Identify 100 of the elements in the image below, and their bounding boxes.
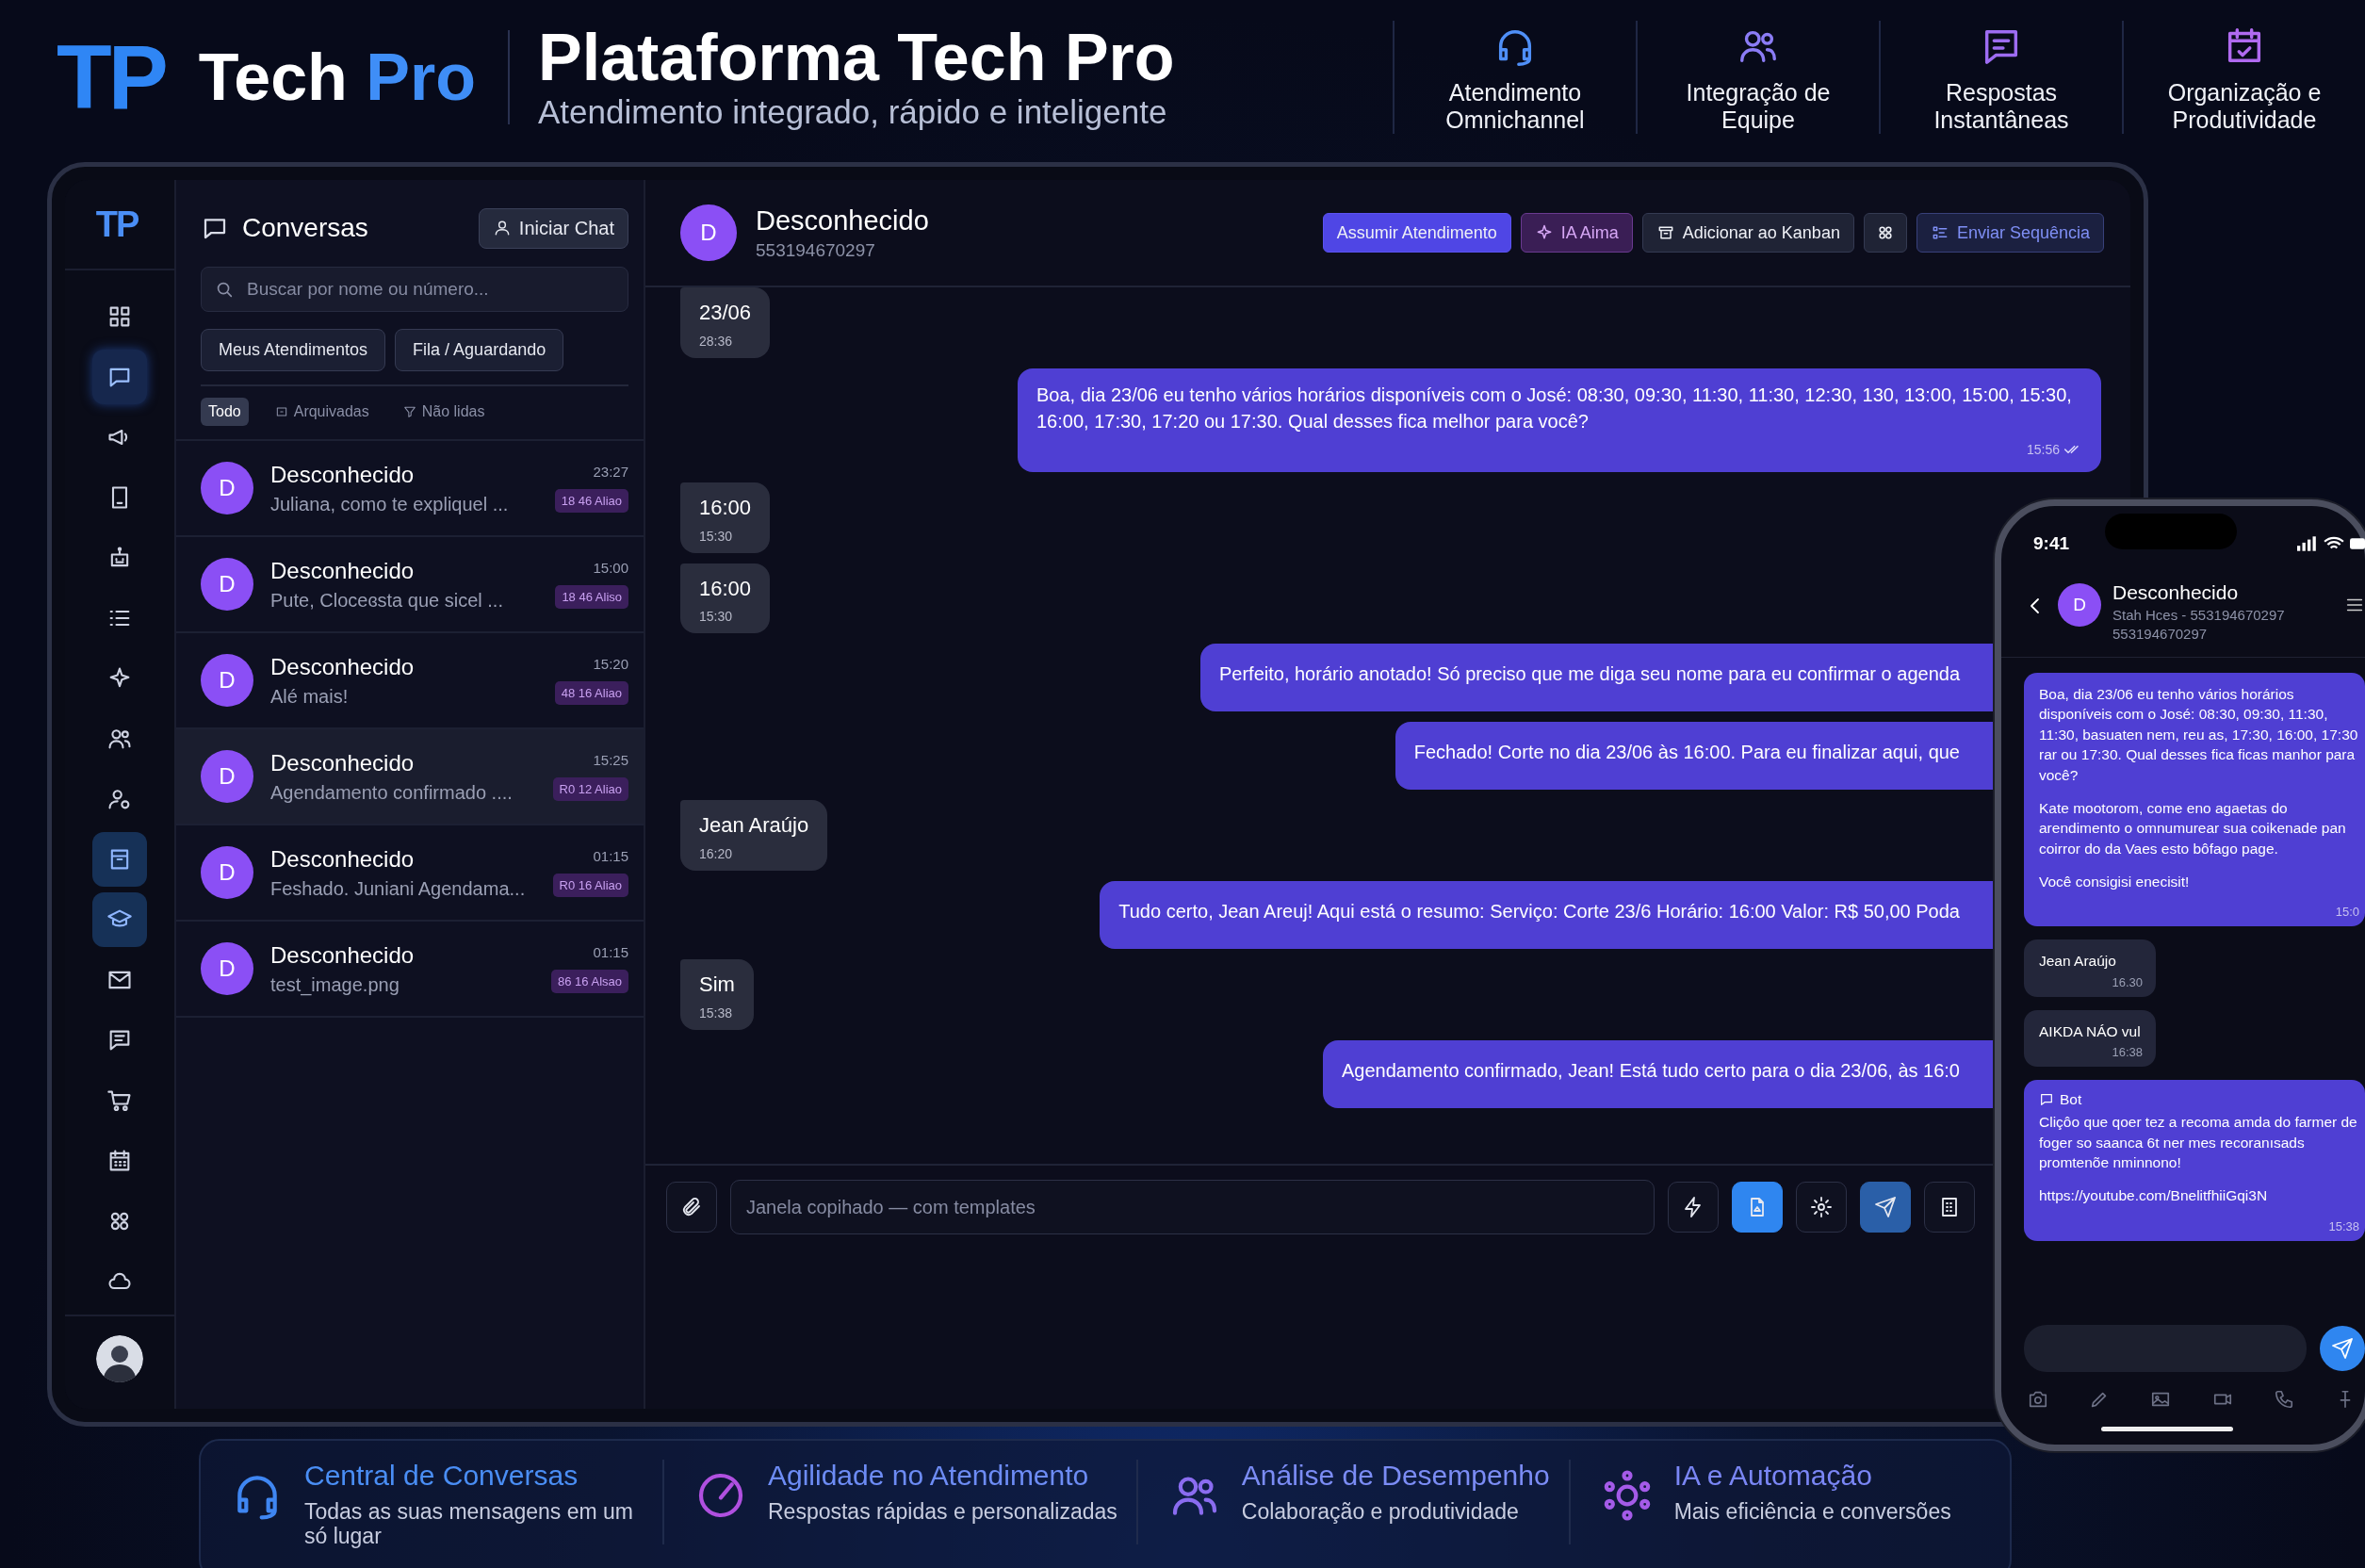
message-time: 15:30 bbox=[699, 609, 733, 625]
queue-button[interactable]: Meus Atendimentos bbox=[201, 329, 386, 371]
highlight-text: Colaboração e produtividade bbox=[1241, 1499, 1520, 1525]
conversation-tag: 86 16 Alsao bbox=[551, 970, 628, 993]
message-preview: Juliana, como te expliquel ... bbox=[270, 493, 510, 515]
conversation-tag: 18 46 Aliso bbox=[555, 585, 628, 609]
panel-title: Conversas bbox=[242, 213, 368, 243]
chat-icon bbox=[2039, 1092, 2054, 1108]
conversation-item[interactable]: D Desconhecido Agendamento confirmado .... 15:25 R0 12 Aliao bbox=[176, 727, 644, 824]
page-subtitle: Atendimento integrado, rápido e inteligente bbox=[538, 92, 1168, 131]
contact-avatar: D bbox=[2058, 583, 2101, 627]
contact-phone: 553194670297 bbox=[756, 239, 876, 261]
message-time: 28:36 bbox=[699, 333, 733, 349]
wifi-icon bbox=[2324, 536, 2344, 551]
battery-icon bbox=[2350, 536, 2365, 551]
conversation-item[interactable]: D Desconhecido Juliana, como te expliquel ... 23:27 18 46 Aliao bbox=[176, 439, 644, 535]
message-time: 15:56 bbox=[2026, 441, 2060, 457]
filter-tab[interactable]: Arquivadas bbox=[267, 398, 377, 426]
sequence-button[interactable]: Enviar Sequência bbox=[1916, 213, 2104, 253]
logo: TP bbox=[57, 32, 167, 122]
message-text: Jean Araújo bbox=[699, 812, 809, 840]
queue-button[interactable]: Fila / Aguardando bbox=[395, 329, 564, 371]
message-text: https://youtube.com/BnelitfhiiGqi3N bbox=[2039, 1186, 2269, 1206]
sender-label: Bot bbox=[2060, 1091, 2082, 1109]
feature-label: Integração de bbox=[1686, 79, 1831, 106]
template-button[interactable] bbox=[1732, 1182, 1783, 1233]
filter-tab[interactable]: Todo bbox=[201, 398, 249, 426]
attach-button[interactable] bbox=[666, 1182, 717, 1233]
highlight-title: Agilidade no Atendimento bbox=[768, 1460, 1090, 1492]
message-text: Jean Araújo bbox=[2039, 952, 2117, 972]
message-time: 15:38 bbox=[2328, 1218, 2359, 1233]
message-preview: test_image.png bbox=[270, 973, 400, 996]
grid-button[interactable] bbox=[1863, 213, 1907, 253]
kanban-button[interactable]: Adicionar ao Kanban bbox=[1641, 213, 1854, 253]
status-time: 9:41 bbox=[2033, 533, 2070, 554]
more-button[interactable] bbox=[1924, 1182, 1975, 1233]
contact-name: Desconhecido bbox=[270, 749, 416, 776]
start-chat-button[interactable]: Iniciar Chat bbox=[478, 207, 628, 249]
message-time: 15:38 bbox=[699, 1005, 733, 1021]
message-text: Fechado! Corte no dia 23/06 às 16:00. Para eu finalizar aqui, que bbox=[1413, 741, 1960, 765]
message-text: 16:00 bbox=[699, 494, 752, 521]
quick-reply-button[interactable] bbox=[1668, 1182, 1719, 1233]
contact-name: Desconhecido bbox=[270, 941, 416, 969]
message-text: AIKDA NÁO vul bbox=[2039, 1021, 2142, 1041]
avatar[interactable] bbox=[96, 1335, 143, 1382]
send-button[interactable] bbox=[1860, 1182, 1911, 1233]
contact-name: Desconhecido bbox=[270, 557, 416, 584]
feature-label: Organização e bbox=[2167, 79, 2322, 106]
send-icon bbox=[1874, 1196, 1897, 1218]
message-text: Boa, dia 23/06 eu tenho vários horários disponíveis com o José: 08:30, 09:30, 11:30, 11:30, basuaten nem, reu as, 17:30, 16:00, 17:30 rar ou 17:30. Qual desses fica ficas manhor para você? bbox=[2039, 685, 2359, 785]
logo: TP bbox=[95, 204, 139, 245]
message-preview: Pute, Cloceɞsta que sicel ... bbox=[270, 589, 504, 612]
conversation-time: 15:25 bbox=[593, 752, 628, 768]
contact-phone: 553194670297 bbox=[2112, 626, 2209, 642]
message-text: Boa, dia 23/06 eu tenho vários horários disponíveis com o José: 08:30, 09:30, 11:30, 11:30, 12:30, 130, 13:00, 15:00, 15:30, 16:00, 17:30, 17:20 ou 17:30. Qual desses fica melhor para você? bbox=[1036, 383, 2073, 433]
message-text: Cliçôo que qoer tez a recoma amda do farmer de foger so saanca 6t ner mes recoranısads promtenõe nminnono! bbox=[2039, 1113, 2358, 1172]
take-over-button[interactable]: Assumir Atendimento bbox=[1322, 213, 1511, 253]
brand-name: Tech Pro bbox=[198, 40, 476, 115]
sidebar-button[interactable] bbox=[92, 350, 147, 404]
feature-label: Equipe bbox=[1721, 106, 1795, 134]
contact-avatar: D bbox=[201, 942, 253, 995]
message-text: 23/06 bbox=[699, 300, 752, 326]
feature-label: Respostas bbox=[1945, 79, 2058, 106]
camera-icon bbox=[2028, 1389, 2048, 1410]
conversation-time: 15:20 bbox=[593, 656, 628, 672]
message-text: Tudo certo, Jean Areuj! Aqui está o resumo: Serviço: Corte 23/6 Horário: 16:00 Valor: R$ 50,00 Poda bbox=[1118, 900, 1960, 924]
ai-button[interactable]: IA Aima bbox=[1520, 213, 1633, 253]
conversation-time: 15:00 bbox=[593, 560, 628, 576]
signal-icon bbox=[2297, 536, 2318, 551]
conversation-item[interactable]: D Desconhecido Feshado. Juniani Agendama... 01:15 R0 16 Aliao bbox=[176, 824, 644, 920]
page-title: Plataforma Tech Pro bbox=[538, 24, 1175, 93]
sidebar-button[interactable] bbox=[92, 832, 147, 887]
settings-icon bbox=[1810, 1196, 1833, 1218]
filter-tab[interactable]: Não lidas bbox=[395, 398, 493, 426]
contact-avatar: D bbox=[201, 462, 253, 514]
feature-label: Atendimento bbox=[1448, 79, 1582, 106]
feature-label: Omnichannel bbox=[1445, 106, 1585, 134]
message-time: 15:30 bbox=[699, 528, 733, 544]
message-time: 16.30 bbox=[2112, 974, 2143, 989]
message-time: 15:0 bbox=[2335, 905, 2359, 920]
conversation-item[interactable]: D Desconhecido test_image.png 01:15 86 16 Alsao bbox=[176, 920, 644, 1016]
message-text: Você consigisi enecisit! bbox=[2039, 873, 2191, 891]
message-text: Perfeito, horário anotado! Só preciso que me diga seu nome para eu confirmar o agenda bbox=[1218, 662, 1960, 687]
sidebar-button[interactable] bbox=[92, 892, 147, 947]
feature-label: Produtividade bbox=[2172, 106, 2317, 134]
contact-avatar: D bbox=[201, 654, 253, 707]
send-button[interactable] bbox=[2320, 1326, 2365, 1371]
filter-icon bbox=[402, 405, 416, 418]
message-text: Agendamento confirmado, Jean! Está tudo certo para o dia 23/06, às 16:0 bbox=[1342, 1059, 1960, 1083]
conversation-time: 23:27 bbox=[593, 464, 628, 480]
contact-avatar: D bbox=[201, 750, 253, 803]
conversation-tag: R0 12 Aliao bbox=[552, 777, 628, 801]
contact-name: Desconhecido bbox=[270, 845, 416, 873]
settings-button[interactable] bbox=[1796, 1182, 1847, 1233]
highlight-title: IA e Automação bbox=[1673, 1460, 1873, 1492]
message-input[interactable]: Janela copihado — com templates bbox=[730, 1180, 1655, 1234]
feature-label: Instantâneas bbox=[1933, 106, 2069, 134]
conversation-item[interactable]: D Desconhecido Pute, Cloceɞsta que sicel ... 15:00 18 46 Aliso bbox=[176, 535, 644, 631]
contact-name: Desconhecido bbox=[2112, 581, 2240, 604]
search-field[interactable]: Buscar por nome ou número... bbox=[201, 267, 628, 312]
